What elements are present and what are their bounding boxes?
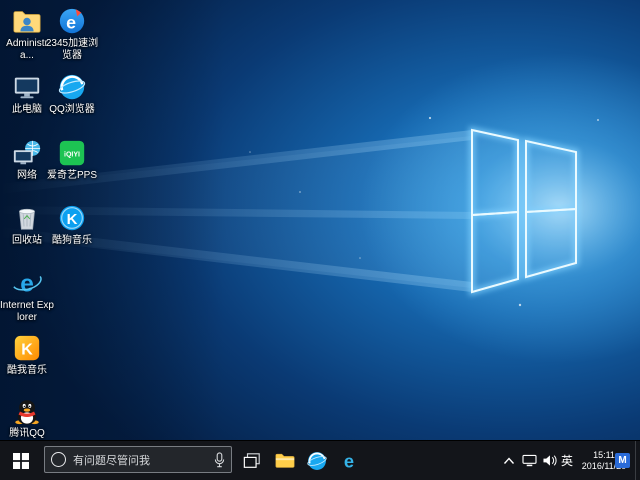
taskbar-file-explorer-button[interactable] <box>270 441 300 480</box>
start-button[interactable] <box>0 441 42 480</box>
desktop-icon-label: QQ浏览器 <box>45 104 99 116</box>
svg-text:e: e <box>66 13 76 33</box>
chevron-up-icon <box>503 456 515 466</box>
taskbar: 有问题尽管问我 e <box>0 440 640 480</box>
taskbar-edge-browser-button[interactable]: e <box>334 441 364 480</box>
language-label: 英 <box>561 452 573 469</box>
desktop-icon-tencent-qq[interactable]: 腾讯QQ <box>0 396 54 440</box>
qq-browser-icon <box>57 72 87 102</box>
recycle-bin-icon <box>12 203 42 233</box>
2345-browser-icon: e <box>57 6 87 36</box>
desktop: Administra... 此电脑 网络 <box>0 0 640 440</box>
this-pc-icon <box>12 72 42 102</box>
iqiyi-pps-icon: iQIYI <box>57 138 87 168</box>
desktop-icon-label: 爱奇艺PPS <box>45 170 99 182</box>
desktop-icon-label: 腾讯QQ <box>0 428 54 440</box>
cortana-search-box[interactable]: 有问题尽管问我 <box>44 446 232 473</box>
desktop-icon-kuwo-music[interactable]: K 酷我音乐 <box>0 333 54 377</box>
desktop-icon-label: 酷狗音乐 <box>45 235 99 247</box>
desktop-icon-qq-browser[interactable]: QQ浏览器 <box>45 72 99 116</box>
desktop-icon-iqiyi-pps[interactable]: iQIYI 爱奇艺PPS <box>45 138 99 182</box>
file-explorer-icon <box>274 450 296 472</box>
tray-language-indicator[interactable]: 英 <box>558 441 576 480</box>
qq-browser-icon <box>306 450 328 472</box>
svg-text:K: K <box>67 211 78 228</box>
tray-app-badge[interactable]: M <box>615 453 630 468</box>
desktop-icon-label: 酷我音乐 <box>0 365 54 377</box>
network-icon <box>522 454 537 467</box>
svg-text:K: K <box>21 342 33 359</box>
edge-browser-icon: e <box>338 450 360 472</box>
tencent-qq-icon <box>12 396 42 426</box>
tray-show-hidden-icons-button[interactable] <box>500 441 518 480</box>
desktop-icon-2345-browser[interactable]: e 2345加速浏览器 <box>45 6 99 62</box>
user-files-icon <box>12 6 42 36</box>
svg-text:iQIYI: iQIYI <box>64 151 80 158</box>
cortana-ring-icon <box>51 452 66 467</box>
desktop-icon-label: 2345加速浏览器 <box>45 38 99 62</box>
desktop-icon-internet-explorer[interactable]: e Internet Explorer <box>0 268 54 324</box>
svg-text:e: e <box>20 270 34 297</box>
task-view-icon <box>243 452 261 470</box>
m-badge-icon: M <box>615 453 630 468</box>
clock-time: 15:11 <box>593 450 615 461</box>
search-placeholder-text: 有问题尽管问我 <box>73 452 214 468</box>
network-icon <box>12 138 42 168</box>
task-view-button[interactable] <box>236 441 268 480</box>
taskbar-qq-browser-button[interactable] <box>302 441 332 480</box>
desktop-icon-label: Internet Explorer <box>0 300 54 324</box>
microphone-icon[interactable] <box>214 452 225 468</box>
svg-text:e: e <box>344 450 354 471</box>
show-desktop-button[interactable] <box>635 441 640 480</box>
speaker-icon <box>542 454 557 467</box>
desktop-icon-kugou-music[interactable]: K 酷狗音乐 <box>45 203 99 247</box>
kuwo-music-icon: K <box>12 333 42 363</box>
tray-network-button[interactable] <box>520 441 538 480</box>
tray-volume-button[interactable] <box>540 441 558 480</box>
internet-explorer-icon: e <box>12 268 42 298</box>
kugou-music-icon: K <box>57 203 87 233</box>
windows-logo-icon <box>13 453 29 469</box>
